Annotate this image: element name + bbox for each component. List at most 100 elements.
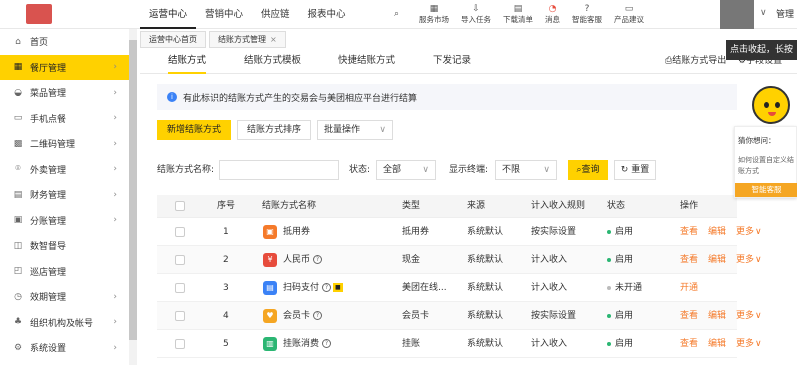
top-nav-item[interactable]: 供应链 (252, 0, 299, 29)
chevron-down-icon[interactable]: ∨ (760, 8, 767, 18)
sidebar-item-expiry[interactable]: ◷ 效期管理 › (0, 284, 129, 310)
field-settings-link[interactable]: ⚙字段设置 (738, 48, 782, 74)
action-primary-link[interactable]: 查看 (680, 227, 698, 237)
table-header: 序号 结账方式名称 类型 来源 计入收入规则 状态 操作 (157, 195, 737, 218)
select-all-checkbox[interactable] (175, 201, 185, 211)
toolbar-store-button[interactable]: ▦ 服务市场 (413, 0, 455, 29)
action-edit-link[interactable]: 编辑 (708, 255, 726, 265)
status-text: 未开通 (615, 283, 643, 293)
action-edit-link[interactable]: 编辑 (708, 227, 726, 237)
toolbar-import-button[interactable]: ⇩ 导入任务 (455, 0, 497, 29)
action-primary-link[interactable]: 开通 (680, 283, 698, 293)
subtab-dispatch-records[interactable]: 下发记录 (433, 48, 471, 74)
search-icon[interactable]: ⌕ (388, 0, 413, 29)
chevron-down-icon[interactable]: ∨ (755, 227, 762, 237)
sidebar-item-settings[interactable]: ⚙ 系统设置 › (0, 335, 129, 361)
row-checkbox[interactable] (175, 227, 185, 237)
top-nav-item[interactable]: 报表中心 (299, 0, 355, 29)
sidebar-item-finance[interactable]: ▤ 财务管理 › (0, 182, 129, 208)
sidebar-item-org[interactable]: ♣ 组织机构及帐号 › (0, 310, 129, 336)
gear-icon: ⚙ (738, 56, 747, 66)
name-filter-input[interactable] (219, 160, 339, 180)
actions-cell: 开通 (680, 274, 708, 302)
action-primary-link[interactable]: 查看 (680, 339, 698, 349)
assistant-mascot[interactable] (752, 86, 790, 124)
help-icon[interactable]: ? (313, 255, 323, 264)
info-banner: i 有此标识的结账方式产生的交易会与美团相应平台进行结算 (157, 84, 737, 110)
help-icon[interactable]: ? (322, 283, 332, 292)
payment-method-name: 挂账消费? (283, 330, 332, 358)
help-icon[interactable]: ? (322, 339, 332, 348)
dish-icon: ◒ (14, 87, 22, 98)
chevron-down-icon[interactable]: ∨ (755, 255, 762, 265)
actions-cell: 查看 编辑 更多∨ (680, 218, 762, 246)
action-edit-link[interactable]: 编辑 (708, 339, 726, 349)
reset-button[interactable]: ↻ 重置 (614, 160, 656, 180)
sort-button[interactable]: 结账方式排序 (237, 120, 311, 140)
status-dot (607, 341, 611, 346)
export-link[interactable]: ⎙结账方式导出 (665, 48, 726, 74)
assistant-question[interactable]: 如何设置自定义结账方式 (738, 155, 796, 177)
name-text: 人民币 (283, 255, 311, 265)
page-tab[interactable]: 运营中心首页 (140, 31, 206, 48)
sidebar-item-split[interactable]: ▣ 分账管理 › (0, 208, 129, 234)
username[interactable]: 管理 (776, 7, 794, 20)
import-icon: ⇩ (472, 3, 480, 14)
brand-logo[interactable] (26, 4, 52, 24)
table-row: 1 ▣ 抵用券 抵用券 系统默认 按实际设置 启用 查看 编辑 更多∨ (157, 218, 762, 246)
subtab-templates[interactable]: 结账方式模板 (244, 48, 301, 74)
smart-service-button[interactable]: 智能客服 (735, 183, 797, 197)
help-icon[interactable]: ? (313, 311, 323, 320)
status-badge: 启用 (607, 302, 633, 330)
toolbar-help-button[interactable]: ? 智能客服 (566, 0, 608, 29)
top-bar: 运营中心 营销中心 供应链 报表中心 ⌕ ▦ 服务市场 ⇩ 导入任务 ▤ 下载清单 ◔ 消息? 智能客服… (0, 0, 797, 29)
sidebar-item-phone[interactable]: ▭ 手机点餐 › (0, 106, 129, 132)
top-nav-item[interactable]: 营销中心 (196, 0, 252, 29)
page-tab[interactable]: 结账方式管理 × (209, 31, 286, 48)
sidebar-item-label: 手机点餐 (30, 114, 67, 125)
subtab-quick-checkout[interactable]: 快捷结账方式 (338, 48, 395, 74)
query-button[interactable]: ⌕查询 (568, 160, 608, 180)
toolbar-bell-button[interactable]: ◔ 消息 (539, 0, 566, 29)
close-icon[interactable]: × (270, 35, 277, 44)
status-text: 启用 (615, 227, 634, 237)
sidebar-item-delivery[interactable]: ⌾ 外卖管理 › (0, 157, 129, 183)
toolbar-label: 导入任务 (461, 14, 492, 24)
chevron-down-icon[interactable]: ∨ (755, 311, 762, 321)
row-checkbox[interactable] (175, 339, 185, 349)
sidebar-scroll-thumb[interactable] (129, 40, 137, 340)
row-checkbox[interactable] (175, 311, 185, 321)
add-checkout-method-button[interactable]: 新增结账方式 (157, 120, 231, 140)
chevron-right-icon: › (113, 317, 117, 328)
sidebar-item-home[interactable]: ⌂ 首页 (0, 29, 129, 55)
toolbar-feedback-button[interactable]: ▭ 产品建议 (608, 0, 650, 29)
sidebar-item-restaurant[interactable]: ▦ 餐厅管理 › (0, 54, 129, 80)
action-primary-link[interactable]: 查看 (680, 311, 698, 321)
row-checkbox[interactable] (175, 283, 185, 293)
sidebar-item-supervise[interactable]: ◫ 数智督导 (0, 233, 129, 259)
org-icon: ♣ (13, 317, 23, 328)
subtab-checkout-methods[interactable]: 结账方式 (168, 48, 207, 74)
action-primary-link[interactable]: 查看 (680, 255, 698, 265)
sidebar-item-qrcode[interactable]: ▩ 二维码管理 › (0, 131, 129, 157)
action-more-link[interactable]: 更多 (736, 255, 754, 265)
type-cell: 美团在线... (402, 283, 447, 293)
sub-tabs: 结账方式 结账方式模板 快捷结账方式 下发记录 ⎙结账方式导出 ⚙字段设置 (140, 48, 797, 74)
action-more-link[interactable]: 更多 (736, 339, 754, 349)
avatar[interactable] (720, 0, 754, 29)
sidebar-item-dish[interactable]: ◒ 菜品管理 › (0, 80, 129, 106)
sidebar-item-inspect[interactable]: ◰ 巡店管理 (0, 259, 129, 285)
action-edit-link[interactable]: 编辑 (708, 311, 726, 321)
terminal-select[interactable]: 不限 ∨ (495, 160, 557, 180)
row-checkbox[interactable] (175, 255, 185, 265)
toolbar-download-button[interactable]: ▤ 下载清单 (497, 0, 539, 29)
batch-operation-dropdown[interactable]: 批量操作 ∨ (317, 120, 393, 140)
action-more-link[interactable]: 更多 (736, 227, 754, 237)
row-number: 5 (223, 339, 229, 349)
chevron-down-icon[interactable]: ∨ (755, 339, 762, 349)
status-dot (607, 285, 611, 290)
action-more-link[interactable]: 更多 (736, 311, 754, 321)
top-nav-item[interactable]: 运营中心 (140, 0, 197, 29)
row-number: 1 (223, 227, 229, 237)
status-select[interactable]: 全部 ∨ (376, 160, 436, 180)
